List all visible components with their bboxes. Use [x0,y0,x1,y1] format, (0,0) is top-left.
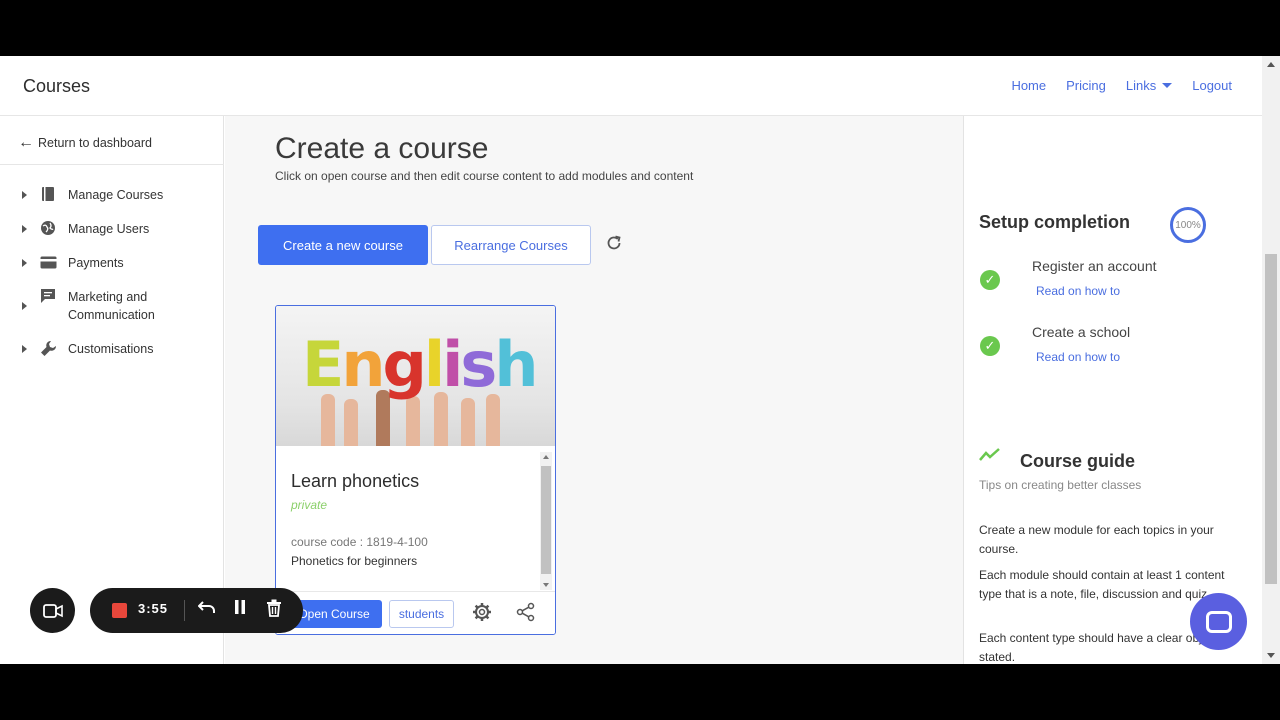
globe-icon [39,220,57,236]
page-title: Create a course [275,132,489,165]
course-code: course code : 1819-4-100 [291,535,428,549]
check-icon: ✓ [980,336,1000,356]
expand-arrow-icon [22,345,27,353]
course-description: Phonetics for beginners [291,554,418,568]
scroll-thumb[interactable] [1265,254,1277,584]
expand-arrow-icon [22,225,27,233]
scroll-thumb[interactable] [541,466,551,574]
setup-step-label: Register an account [1032,258,1157,274]
scroll-down-icon[interactable] [1267,653,1275,658]
card-scrollbar[interactable] [540,452,552,590]
setup-completion-title: Setup completion [979,212,1131,232]
setup-step-label: Create a school [1032,324,1131,340]
main-content: Create a course Click on open course and… [225,116,963,664]
english-logo-text: English [302,328,538,401]
course-guide-title: Course guide [1020,451,1136,471]
book-icon [39,186,57,202]
sidebar-item-label: Marketing and Communication [68,290,155,322]
message-icon [39,288,57,304]
sidebar: ← Return to dashboard Manage Courses Man… [0,116,224,664]
course-visibility: private [291,498,328,512]
guide-tip: Each module should contain at least 1 co… [979,568,1225,601]
page-subtitle: Click on open course and then edit cours… [275,169,694,183]
sidebar-item-marketing[interactable]: Marketing and Communication [22,288,212,324]
sidebar-item-label: Customisations [68,342,154,356]
course-card-footer: Open Course students [276,591,555,634]
undo-icon[interactable] [197,599,216,620]
check-icon: ✓ [980,270,1000,290]
students-button[interactable]: students [389,600,454,628]
top-nav: Home Pricing Links Logout [991,78,1232,93]
expand-arrow-icon [22,302,27,310]
trash-icon[interactable] [266,599,282,622]
sidebar-item-manage-courses[interactable]: Manage Courses [22,186,163,204]
recording-timer: 3:55 [138,601,169,616]
sidebar-item-customisations[interactable]: Customisations [22,340,153,358]
wrench-icon [39,340,57,356]
course-card-body: Learn phonetics private course code : 18… [276,446,538,591]
stop-recording-button[interactable] [112,603,127,618]
scroll-down-icon[interactable] [543,583,549,587]
expand-arrow-icon [22,191,27,199]
nav-links-dropdown[interactable]: Links [1125,78,1173,93]
browser-viewport: Courses Home Pricing Links Logout ← Retu… [0,56,1280,664]
setup-progress-ring: 100% [1170,207,1206,243]
course-title: Learn phonetics [291,471,420,491]
right-panel: Setup completion 100% ✓ Register an acco… [963,116,1248,664]
course-card[interactable]: English Learn phonetics private course c… [275,305,556,635]
course-guide-subtitle: Tips on creating better classes [979,478,1142,492]
trending-icon [979,448,1001,467]
app-brand[interactable]: Courses [23,76,90,97]
sidebar-item-label: Manage Courses [68,188,164,202]
chat-widget-button[interactable] [1190,593,1247,650]
course-thumbnail: English [276,306,555,446]
sidebar-divider [0,164,224,165]
setup-step-link[interactable]: Read on how to [1036,350,1120,364]
arrow-left-icon: ← [18,134,34,151]
sidebar-item-label: Payments [68,256,124,270]
gear-icon[interactable] [472,602,492,627]
sidebar-item-label: Manage Users [68,222,150,236]
scroll-up-icon[interactable] [1267,62,1275,67]
sidebar-item-payments[interactable]: Payments [22,254,124,272]
create-course-button[interactable]: Create a new course [258,225,428,265]
video-camera-icon [42,603,63,618]
recorder-divider [184,600,185,621]
expand-arrow-icon [22,259,27,267]
nav-home[interactable]: Home [1011,78,1046,93]
pause-icon[interactable] [233,599,247,620]
nav-links-label: Links [1125,78,1157,93]
top-navbar: Courses Home Pricing Links Logout [0,56,1262,116]
scroll-up-icon[interactable] [543,455,549,459]
credit-card-icon [39,254,57,270]
sidebar-item-manage-users[interactable]: Manage Users [22,220,149,238]
caret-down-icon [1162,83,1173,88]
setup-step-link[interactable]: Read on how to [1036,284,1120,298]
return-to-dashboard-link[interactable]: ← Return to dashboard [18,134,152,152]
guide-tip: Create a new module for each topics in y… [979,523,1214,556]
recorder-camera-button[interactable] [30,588,75,633]
nav-pricing[interactable]: Pricing [1066,78,1106,93]
return-label: Return to dashboard [38,136,152,150]
share-icon[interactable] [516,602,536,627]
recorder-controls: 3:55 [90,588,303,633]
refresh-icon[interactable] [605,234,623,258]
page-scrollbar[interactable] [1262,56,1280,664]
chat-icon [1205,610,1232,633]
nav-logout[interactable]: Logout [1192,78,1232,93]
rearrange-courses-button[interactable]: Rearrange Courses [431,225,591,265]
